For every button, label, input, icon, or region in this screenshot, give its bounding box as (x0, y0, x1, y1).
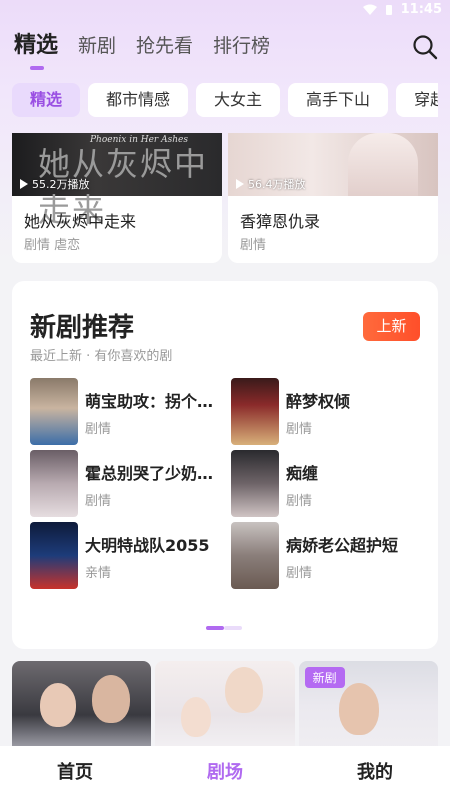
drama-title: 大明特战队2055 (85, 536, 210, 555)
status-bar: 11:45 (0, 0, 450, 20)
hero-cards: 她从灰烬中走来 Phoenix in Her Ashes 55.2万播放 她从灰… (12, 133, 438, 263)
bottom-cards: 新剧 (12, 661, 438, 751)
new-drama-tag: 新剧 (304, 667, 345, 688)
nav-theater[interactable]: 剧场 (150, 746, 300, 800)
drama-title: 霍总别哭了少奶… (85, 464, 214, 483)
status-time: 11:45 (400, 2, 442, 17)
drama-genre: 剧情 (286, 422, 313, 437)
hero-poster: 56.4万播放 (228, 133, 438, 196)
drama-title: 醉梦权倾 (286, 392, 351, 411)
drama-genre: 剧情 (85, 422, 112, 437)
drama-item[interactable]: 痴缠 剧情 (231, 450, 420, 517)
drama-poster (30, 522, 78, 589)
page-indicator (206, 626, 242, 630)
tab-featured[interactable]: 精选 (14, 32, 58, 70)
drama-title: 痴缠 (286, 464, 319, 483)
drama-poster (30, 450, 78, 517)
chip-female-lead[interactable]: 大女主 (196, 83, 281, 117)
play-icon (20, 179, 28, 189)
play-count-text: 56.4万播放 (248, 178, 306, 191)
hero-tags: 剧情 虐恋 (24, 238, 81, 253)
tab-early-access[interactable]: 抢先看 (136, 32, 193, 60)
play-count: 55.2万播放 (20, 176, 90, 192)
drama-grid: 萌宝助攻：拐个… 剧情 醉梦权倾 剧情 霍总别哭了少奶… 剧情 痴缠 剧情 大明… (30, 378, 420, 589)
drama-card[interactable] (12, 661, 152, 751)
search-icon[interactable] (412, 34, 438, 60)
drama-poster (231, 378, 279, 445)
hero-title: 她从灰烬中走来 (24, 212, 137, 231)
drama-item[interactable]: 醉梦权倾 剧情 (231, 378, 420, 445)
poster-english-title: Phoenix in Her Ashes (90, 135, 188, 145)
drama-item[interactable]: 大明特战队2055 亲情 (30, 522, 231, 589)
tab-new-drama[interactable]: 新剧 (78, 32, 116, 60)
drama-genre: 亲情 (85, 566, 112, 581)
hero-card[interactable]: 她从灰烬中走来 Phoenix in Her Ashes 55.2万播放 她从灰… (12, 133, 222, 263)
drama-title: 病娇老公超护短 (286, 536, 399, 555)
drama-item[interactable]: 萌宝助攻：拐个… 剧情 (30, 378, 231, 445)
nav-mine[interactable]: 我的 (300, 746, 450, 800)
signal-icon (385, 4, 393, 16)
new-drama-panel: 新剧推荐 最近上新 · 有你喜欢的剧 上新 萌宝助攻：拐个… 剧情 醉梦权倾 剧… (12, 281, 438, 649)
bottom-nav: 首页 剧场 我的 (0, 746, 450, 800)
drama-poster (231, 522, 279, 589)
drama-card[interactable]: 新剧 (298, 661, 438, 751)
drama-item[interactable]: 霍总别哭了少奶… 剧情 (30, 450, 231, 517)
hero-title: 香獐恩仇录 (240, 212, 321, 231)
drama-poster (30, 378, 78, 445)
chip-master-descends[interactable]: 高手下山 (288, 83, 389, 117)
play-count-text: 55.2万播放 (32, 178, 90, 191)
drama-item[interactable]: 病娇老公超护短 剧情 (231, 522, 420, 589)
wifi-icon (362, 4, 377, 15)
page-dot (224, 626, 242, 630)
chip-time-travel[interactable]: 穿越 (396, 83, 438, 117)
tab-ranking[interactable]: 排行榜 (213, 32, 270, 60)
nav-home[interactable]: 首页 (0, 746, 150, 800)
hero-poster: 她从灰烬中走来 Phoenix in Her Ashes 55.2万播放 (12, 133, 222, 229)
chip-urban-romance[interactable]: 都市情感 (88, 83, 189, 117)
chip-featured[interactable]: 精选 (12, 83, 81, 117)
page-dot-active (206, 626, 224, 630)
hero-card[interactable]: 56.4万播放 香獐恩仇录 剧情 (228, 133, 438, 263)
drama-genre: 剧情 (286, 494, 313, 509)
drama-genre: 剧情 (85, 494, 112, 509)
category-chips: 精选 都市情感 大女主 高手下山 穿越 (12, 83, 438, 117)
play-icon (236, 179, 244, 189)
panel-title: 新剧推荐 (30, 313, 135, 343)
drama-poster (231, 450, 279, 517)
hero-tags: 剧情 (240, 238, 267, 253)
panel-subtitle: 最近上新 · 有你喜欢的剧 (30, 349, 173, 364)
play-count: 56.4万播放 (236, 176, 306, 192)
drama-genre: 剧情 (286, 566, 313, 581)
new-arrivals-button[interactable]: 上新 (363, 312, 420, 341)
drama-card[interactable] (155, 661, 295, 751)
drama-title: 萌宝助攻：拐个… (85, 392, 214, 411)
top-tab-bar: 精选 新剧 抢先看 排行榜 (14, 32, 270, 70)
